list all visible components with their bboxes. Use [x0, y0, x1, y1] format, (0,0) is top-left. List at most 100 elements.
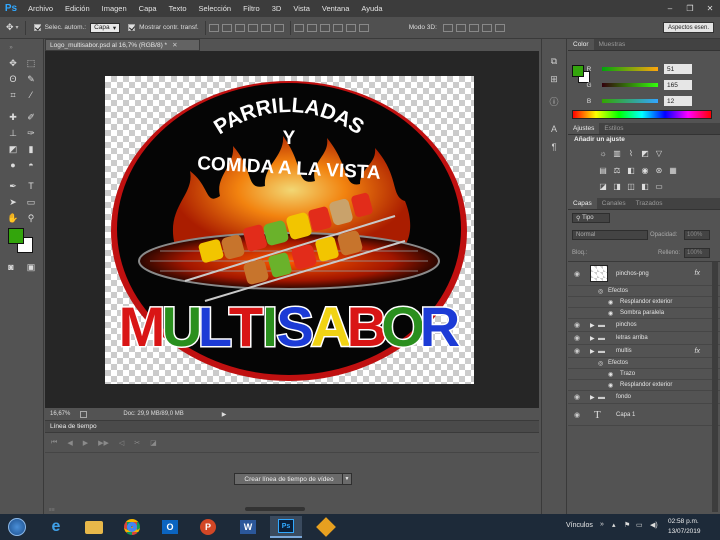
photo-filter-adjust-icon[interactable]: ◉: [640, 165, 650, 175]
menu-imagen[interactable]: Imagen: [96, 0, 133, 17]
tray-up-icon[interactable]: ▴: [612, 521, 616, 529]
align-right-icon[interactable]: [273, 23, 284, 32]
dodge-tool-icon[interactable]: ◓: [24, 159, 38, 171]
properties-panel-icon[interactable]: ⊞: [547, 73, 561, 85]
tab-canales[interactable]: Canales: [597, 198, 631, 209]
eyedropper-tool-icon[interactable]: ⁄: [24, 89, 38, 101]
paragraph-panel-icon[interactable]: ¶: [547, 141, 561, 153]
align-bottom-icon[interactable]: [234, 23, 245, 32]
layer-filter-dropdown[interactable]: ⚲ Tipo: [572, 213, 610, 223]
expand-arrow-icon[interactable]: ▶: [590, 394, 595, 401]
blend-mode-dropdown[interactable]: Normal: [572, 230, 648, 240]
align-left-icon[interactable]: [247, 23, 258, 32]
status-menu-icon[interactable]: [80, 410, 88, 418]
canvas[interactable]: PARRILLADAS Y COMIDA A LA VISTA MULTISAB…: [105, 76, 474, 384]
color-g-slider[interactable]: [602, 83, 658, 87]
split-icon[interactable]: ✂: [134, 439, 140, 447]
distribute-right-icon[interactable]: [358, 23, 369, 32]
blur-tool-icon[interactable]: ●: [6, 159, 20, 171]
crop-tool-icon[interactable]: ⌗: [6, 89, 20, 101]
color-g-value[interactable]: 165: [664, 80, 692, 90]
marquee-tool-icon[interactable]: ⬚: [24, 57, 38, 69]
status-arrow-icon[interactable]: ▶: [222, 411, 227, 418]
first-frame-icon[interactable]: ⏮: [51, 439, 57, 447]
lasso-tool-icon[interactable]: ʘ: [6, 73, 20, 85]
ie-browser-icon[interactable]: e: [40, 516, 72, 538]
auto-select-dropdown[interactable]: Capa ▾: [90, 22, 121, 33]
color-lookup-adjust-icon[interactable]: ▦: [668, 165, 678, 175]
color-spectrum-bar[interactable]: [572, 110, 712, 119]
menu-capa[interactable]: Capa: [133, 0, 163, 17]
effect-visibility-icon[interactable]: ◉: [608, 382, 613, 389]
gradient-tool-icon[interactable]: ▮: [24, 143, 38, 155]
clock-time[interactable]: 02:58 p.m.: [668, 518, 699, 525]
volume-icon[interactable]: ◀): [650, 521, 658, 529]
minimize-button[interactable]: –: [660, 0, 680, 17]
foreground-color-swatch[interactable]: [8, 228, 24, 244]
timeline-zoom-slider[interactable]: [245, 507, 305, 511]
network-icon[interactable]: ▭: [636, 521, 643, 529]
distribute-bottom-icon[interactable]: [319, 23, 330, 32]
visibility-eye-icon[interactable]: ◉: [573, 393, 581, 401]
quick-mask-icon[interactable]: ◙: [4, 261, 18, 273]
color-r-value[interactable]: 51: [664, 64, 692, 74]
effect-row[interactable]: ◉ Trazo: [568, 369, 720, 380]
history-brush-tool-icon[interactable]: ✑: [24, 127, 38, 139]
distribute-top-icon[interactable]: [293, 23, 304, 32]
3d-roll-icon[interactable]: [455, 23, 466, 32]
visibility-eye-icon[interactable]: ◉: [573, 411, 581, 419]
opacity-input[interactable]: 100%: [684, 230, 710, 240]
menu-texto[interactable]: Texto: [163, 0, 193, 17]
effect-visibility-icon[interactable]: ◉: [608, 371, 613, 378]
show-hidden-icons-icon[interactable]: »: [600, 521, 604, 528]
tab-trazados[interactable]: Trazados: [631, 198, 668, 209]
layer-group-row[interactable]: ◉ ▶ ▬ letras arriba: [568, 332, 720, 345]
layer-row[interactable]: ◉ pinchos-png fx: [568, 262, 720, 286]
curves-adjust-icon[interactable]: ⌇: [626, 148, 636, 158]
chevron-down-icon[interactable]: ▼: [342, 473, 352, 485]
color-b-slider[interactable]: [602, 99, 658, 103]
start-button[interactable]: [2, 516, 32, 538]
align-top-icon[interactable]: [208, 23, 219, 32]
expand-arrow-icon[interactable]: ▶: [590, 335, 595, 342]
menu-vista[interactable]: Vista: [287, 0, 316, 17]
distribute-center-icon[interactable]: [345, 23, 356, 32]
tab-color[interactable]: Color: [568, 39, 594, 50]
expand-arrow-icon[interactable]: ▶: [590, 348, 595, 355]
transition-icon[interactable]: ◪: [150, 439, 157, 447]
visibility-eye-icon[interactable]: ◉: [573, 347, 581, 355]
zoom-level[interactable]: 16,67%: [50, 411, 70, 417]
hue-saturation-adjust-icon[interactable]: ▤: [598, 165, 608, 175]
color-b-value[interactable]: 12: [664, 96, 692, 106]
channel-mixer-adjust-icon[interactable]: ⊛: [654, 165, 664, 175]
layer-group-row[interactable]: ◉ ▶ ▬ multis fx: [568, 345, 720, 358]
file-explorer-icon[interactable]: [78, 516, 110, 538]
effect-row[interactable]: ◉ Sombra paralela: [568, 308, 720, 319]
eraser-tool-icon[interactable]: ◩: [6, 143, 20, 155]
workspace-button[interactable]: Aspectos esen.: [662, 22, 714, 33]
history-panel-icon[interactable]: ⧉: [547, 55, 561, 67]
expand-arrow-icon[interactable]: ▶: [590, 322, 595, 329]
collapse-tools-icon[interactable]: »: [4, 42, 18, 54]
info-panel-icon[interactable]: ⓘ: [547, 95, 561, 107]
align-center-icon[interactable]: [260, 23, 271, 32]
levels-adjust-icon[interactable]: ▥: [612, 148, 622, 158]
color-balance-adjust-icon[interactable]: ⚖: [612, 165, 622, 175]
3d-rotate-icon[interactable]: [442, 23, 453, 32]
3d-slide-icon[interactable]: [481, 23, 492, 32]
menu-3d[interactable]: 3D: [266, 0, 288, 17]
text-layer-row[interactable]: ◉ T Capa 1: [568, 404, 720, 426]
type-tool-icon[interactable]: T: [24, 180, 38, 192]
chrome-icon[interactable]: [116, 516, 148, 538]
timeline-footer-icon[interactable]: ≡≡: [49, 507, 63, 513]
effect-row[interactable]: ◉ Resplandor exterior: [568, 380, 720, 391]
color-panel-foreground[interactable]: [572, 65, 584, 77]
visibility-eye-icon[interactable]: ◉: [573, 270, 581, 278]
next-frame-icon[interactable]: ▶▶: [98, 439, 109, 447]
visibility-eye-icon[interactable]: ◉: [573, 321, 581, 329]
close-button[interactable]: ✕: [700, 0, 720, 17]
create-video-timeline-button[interactable]: Crear línea de tiempo de vídeo: [234, 473, 344, 485]
menu-archivo[interactable]: Archivo: [22, 0, 59, 17]
auto-select-checkbox[interactable]: [33, 24, 41, 31]
quick-select-tool-icon[interactable]: ✎: [24, 73, 38, 85]
